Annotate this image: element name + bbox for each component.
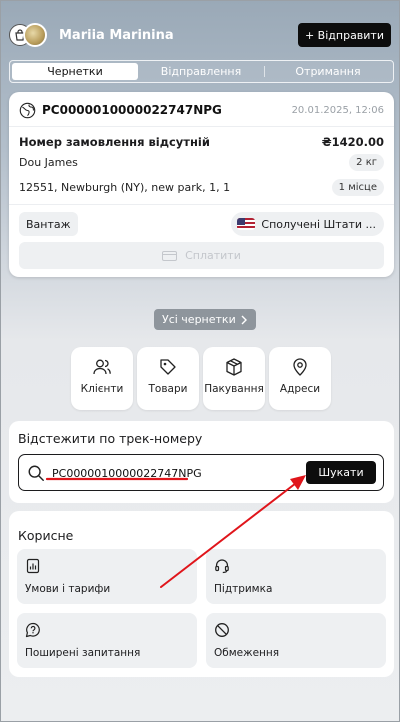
- quick-action-label: Товари: [148, 383, 188, 395]
- weight-chip: 2 кг: [349, 153, 384, 171]
- search-icon: [28, 465, 44, 481]
- user-name: Mariia Marinina: [59, 27, 174, 43]
- divider: [9, 126, 394, 127]
- chevron-right-icon: [241, 315, 247, 324]
- useful-item-label: Умови і тарифи: [25, 583, 111, 595]
- avatar[interactable]: [9, 21, 49, 49]
- useful-item-faq[interactable]: Поширені запитання: [17, 613, 197, 668]
- recipient-row: Dou James 2 кг: [19, 153, 384, 171]
- divider: [9, 204, 394, 205]
- useful-item-label: Поширені запитання: [25, 647, 141, 659]
- quick-action-products[interactable]: Товари: [137, 347, 199, 410]
- draft-track-id: PC0000010000022747NPG: [42, 103, 222, 117]
- quick-action-label: Клієнти: [80, 383, 124, 395]
- tracking-card: Відстежити по трек-номеру Шукати: [9, 421, 394, 503]
- useful-title: Корисне: [18, 528, 74, 543]
- tracking-input[interactable]: [52, 463, 282, 483]
- credit-card-icon: [162, 250, 178, 261]
- chart-document-icon: [26, 558, 40, 574]
- tab-shipments[interactable]: Відправлення: [138, 63, 264, 80]
- pay-label: Сплатити: [185, 249, 241, 262]
- draft-header: PC0000010000022747NPG 20.01.2025, 12:06: [19, 99, 384, 121]
- country-chip: Сполучені Штати ...: [231, 212, 384, 236]
- quick-action-addresses[interactable]: Адреси: [269, 347, 331, 410]
- cargo-type-chip: Вантаж: [19, 212, 78, 236]
- quick-action-label: Пакування: [204, 383, 264, 395]
- tracking-search-box: Шукати: [18, 454, 384, 491]
- tab-bar: Чернетки Відправлення Отримання: [9, 60, 394, 83]
- tag-icon: [160, 359, 176, 375]
- pay-button[interactable]: Сплатити: [19, 242, 384, 269]
- order-row: Номер замовлення відсутній ₴1420.00: [19, 134, 384, 150]
- draft-card[interactable]: PC0000010000022747NPG 20.01.2025, 12:06 …: [9, 92, 394, 277]
- prohibited-icon: [215, 623, 229, 637]
- all-drafts-label: Усі чернетки: [162, 313, 236, 326]
- draft-date: 20.01.2025, 12:06: [291, 104, 384, 116]
- recipient-address: 12551, Newburgh (NY), new park, 1, 1: [19, 180, 231, 194]
- tracking-title: Відстежити по трек-номеру: [18, 431, 203, 446]
- box-icon: [226, 358, 242, 376]
- order-status: Номер замовлення відсутній: [19, 135, 210, 149]
- useful-item-restrictions[interactable]: Обмеження: [206, 613, 386, 668]
- help-bubble-icon: [25, 622, 40, 638]
- users-icon: [93, 359, 111, 375]
- all-drafts-button[interactable]: Усі чернетки: [154, 309, 256, 330]
- tab-receipts[interactable]: Отримання: [265, 63, 391, 80]
- recipient-name: Dou James: [19, 155, 78, 169]
- useful-item-terms[interactable]: Умови і тарифи: [17, 549, 197, 604]
- useful-item-support[interactable]: Підтримка: [206, 549, 386, 604]
- headset-icon: [215, 559, 229, 574]
- useful-item-label: Обмеження: [214, 647, 280, 659]
- draft-price: ₴1420.00: [321, 135, 384, 149]
- us-flag-icon: [237, 218, 256, 230]
- places-chip: 1 місце: [331, 178, 384, 196]
- useful-item-label: Підтримка: [214, 583, 273, 595]
- useful-section: Корисне Умови і тарифи Підтримка Поширен…: [9, 511, 394, 677]
- map-pin-icon: [293, 358, 307, 376]
- send-button[interactable]: + Відправити: [297, 23, 391, 47]
- app-screen: Mariia Marinina + Відправити Чернетки Ві…: [0, 0, 400, 722]
- tab-drafts[interactable]: Чернетки: [12, 63, 138, 80]
- quick-action-label: Адреси: [279, 383, 321, 395]
- quick-action-clients[interactable]: Клієнти: [71, 347, 133, 410]
- header: Mariia Marinina + Відправити: [9, 21, 391, 49]
- country-name: Сполучені Штати ...: [261, 217, 376, 231]
- globe-icon: [19, 102, 36, 118]
- address-row: 12551, Newburgh (NY), new park, 1, 1 1 м…: [19, 178, 384, 196]
- search-button[interactable]: Шукати: [306, 461, 376, 484]
- user-photo: [23, 23, 47, 47]
- quick-action-packaging[interactable]: Пакування: [203, 347, 265, 410]
